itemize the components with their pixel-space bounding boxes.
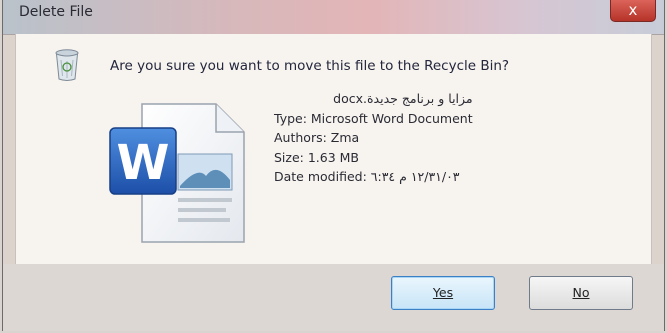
no-button[interactable]: No <box>529 276 633 310</box>
confirmation-question: Are you sure you want to move this file … <box>110 58 510 74</box>
word-document-icon: W <box>109 103 245 243</box>
yes-button[interactable]: Yes <box>391 276 495 310</box>
file-name: مزایا و برنامج جدیدة.docx <box>333 91 473 106</box>
svg-text:W: W <box>117 135 170 191</box>
close-button[interactable]: x <box>610 0 656 22</box>
file-type: Type: Microsoft Word Document <box>274 110 473 126</box>
file-details: مزایا و برنامج جدیدة.docx Type: Microsof… <box>274 89 473 187</box>
no-button-label: No <box>572 285 590 300</box>
file-date-modified: Date modified: ١٢/٣١/٠٣ م ٦:٣٤ <box>274 169 460 184</box>
file-size: Size: 1.63 MB <box>274 149 360 165</box>
delete-file-dialog: Delete File x Are you sure you want to m… <box>2 0 665 331</box>
window-title: Delete File <box>19 4 93 20</box>
dialog-content: Are you sure you want to move this file … <box>15 34 652 264</box>
recycle-bin-icon <box>55 49 79 81</box>
button-bar: Yes No <box>3 264 664 331</box>
title-bar[interactable]: Delete File x <box>3 0 664 35</box>
yes-button-label: Yes <box>432 285 454 300</box>
file-authors: Authors: Zma <box>274 130 360 145</box>
